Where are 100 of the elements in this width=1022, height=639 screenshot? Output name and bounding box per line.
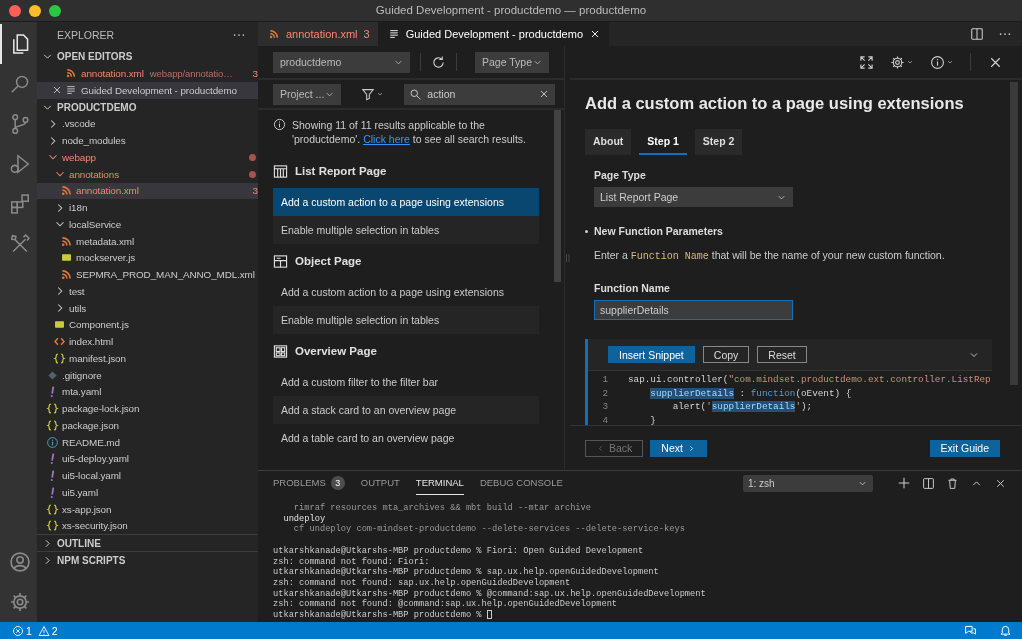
file-item[interactable]: Component.js (37, 316, 258, 334)
close-window-button[interactable] (9, 4, 21, 17)
open-editor-item[interactable]: Guided Development - productdemo (37, 81, 258, 99)
file-item[interactable]: annotation.xml 3 (37, 182, 258, 200)
settings-icon[interactable] (8, 591, 31, 613)
snippet-button[interactable]: Copy (702, 346, 750, 363)
errors-status[interactable]: 1 (12, 624, 32, 637)
close-icon[interactable] (589, 28, 601, 40)
info-file-icon (46, 435, 59, 449)
file-item[interactable]: README.md (37, 433, 258, 451)
folder-item[interactable]: i18n (37, 199, 258, 216)
next-button[interactable]: Next (650, 439, 707, 457)
editor-tab[interactable]: Guided Development - productdemo (377, 22, 609, 46)
step-tab[interactable]: Step 1 (639, 129, 687, 155)
folder-item[interactable]: .vscode (37, 115, 258, 133)
function-name-field[interactable]: supplierDetails (594, 300, 793, 320)
minimize-window-button[interactable] (29, 4, 41, 17)
modified-dot (249, 153, 256, 161)
terminal-line: zsh: command not found: Fiori: (273, 556, 430, 567)
file-item[interactable]: package-lock.json (37, 400, 258, 417)
panel-tab[interactable]: DEBUG CONSOLE (479, 471, 563, 495)
bell-icon[interactable] (999, 624, 1012, 637)
split-editor-icon[interactable] (970, 27, 984, 41)
error-icon (12, 624, 24, 637)
info-icon (273, 118, 286, 131)
trash-icon[interactable] (946, 476, 959, 490)
search-field[interactable]: action (404, 83, 556, 105)
step-tab[interactable]: About (585, 129, 632, 155)
zoom-window-button[interactable] (49, 4, 61, 17)
account-icon[interactable] (8, 551, 31, 573)
terminal-dropdown[interactable]: 1: zsh (743, 474, 873, 492)
scrollbar-thumb[interactable] (1010, 82, 1018, 385)
info-menu[interactable] (930, 54, 954, 70)
settings-menu[interactable] (890, 54, 914, 70)
folder-item[interactable]: webapp (37, 149, 258, 166)
step-tab[interactable]: Step 2 (694, 129, 743, 155)
field-label: Function Name (594, 282, 671, 294)
filter-icon[interactable] (361, 87, 376, 101)
guide-item[interactable]: Add a custom action to a page using extensions (273, 278, 539, 306)
file-item[interactable]: xs-app.json (37, 500, 258, 518)
guide-item[interactable]: Add a table card to an overview page (273, 424, 539, 452)
folder-item[interactable]: annotations (37, 165, 258, 183)
new-terminal-icon[interactable] (897, 476, 911, 490)
guide-item[interactable]: Add a custom filter to the filter bar (273, 368, 539, 396)
search-input[interactable]: action (427, 88, 534, 100)
file-item[interactable]: SEPMRA_PROD_MAN_ANNO_MDL.xml (37, 266, 258, 283)
split-terminal-icon[interactable] (922, 476, 935, 490)
problem-count: 3 (363, 28, 370, 40)
file-item[interactable]: manifest.json (37, 350, 258, 367)
braces-file-icon (46, 418, 59, 432)
info-icon (930, 54, 945, 70)
code-line: sap.ui.controller("com.mindset.productdemo.ext.controller.ListRep (628, 374, 991, 386)
refresh-icon[interactable] (431, 54, 446, 70)
open-editor-item[interactable]: annotation.xml webapp/annotatio… 3 (37, 65, 258, 82)
file-item[interactable]: metadata.xml (37, 232, 258, 250)
file-item[interactable]: xs-security.json (37, 517, 258, 535)
page-type-dropdown[interactable]: Page Type (475, 51, 549, 73)
file-item[interactable]: index.html (37, 333, 258, 350)
search-icon (8, 73, 31, 95)
file-item[interactable]: ui5.yaml (37, 484, 258, 501)
page-type-dropdown[interactable]: List Report Page (594, 187, 793, 207)
file-path: webapp/annotatio… (149, 67, 233, 79)
section-header[interactable]: PRODUCTDEMO (37, 98, 258, 116)
panel-tab[interactable]: TERMINAL (415, 471, 464, 495)
snippet-button[interactable]: Reset (757, 346, 807, 363)
guide-item[interactable]: Add a custom action to a page using extensions (273, 188, 539, 216)
link[interactable]: Click here (363, 133, 410, 145)
folder-item[interactable]: utils (37, 299, 258, 317)
file-item[interactable]: mockserver.js (37, 249, 258, 267)
guide-item[interactable]: Add a stack card to an overview page (273, 396, 539, 424)
terminal-line: undeploy (282, 513, 326, 524)
section-header[interactable]: OUTLINE (37, 534, 258, 552)
feedback-icon[interactable] (964, 624, 977, 637)
folder-item[interactable]: localService (37, 216, 258, 233)
braces-file-icon (46, 519, 59, 533)
editor-tab[interactable]: annotation.xml 3 (258, 22, 378, 46)
section-header[interactable]: OPEN EDITORS (37, 48, 258, 65)
chevron-left-icon (596, 443, 605, 453)
warnings-status[interactable]: 2 (37, 624, 58, 637)
file-item[interactable]: package.json (37, 417, 258, 434)
guide-item[interactable]: Enable multiple selection in tables (273, 306, 539, 334)
snippet-button[interactable]: Insert Snippet (608, 346, 695, 363)
scrollbar-thumb[interactable] (554, 110, 561, 282)
panel-tab[interactable]: PROBLEMS 3 (273, 471, 345, 495)
expand-icon[interactable] (859, 54, 874, 70)
guide-item[interactable]: Enable multiple selection in tables (273, 216, 539, 244)
terminal-line: rimraf resources mta_archives && mbt build --mtar archive (292, 503, 591, 513)
file-item[interactable]: mta.yaml (37, 383, 258, 401)
app-select-dropdown[interactable]: productdemo (273, 51, 410, 73)
exit-guide-button[interactable]: Exit Guide (929, 439, 1000, 457)
folder-item[interactable]: test (37, 283, 258, 300)
braces-file-icon (53, 351, 66, 365)
file-item[interactable]: ui5-local.yaml (37, 467, 258, 484)
scope-dropdown[interactable]: Project ... (273, 83, 342, 105)
file-item[interactable]: .gitignore (37, 366, 258, 384)
file-item[interactable]: ui5-deploy.yaml (37, 450, 258, 468)
panel-tab[interactable]: OUTPUT (360, 471, 400, 495)
terminal-line: utkarshkanade@Utkarshs-MBP productdemo % (273, 610, 482, 620)
section-header[interactable]: NPM SCRIPTS (37, 551, 258, 569)
folder-item[interactable]: node_modules (37, 132, 258, 149)
